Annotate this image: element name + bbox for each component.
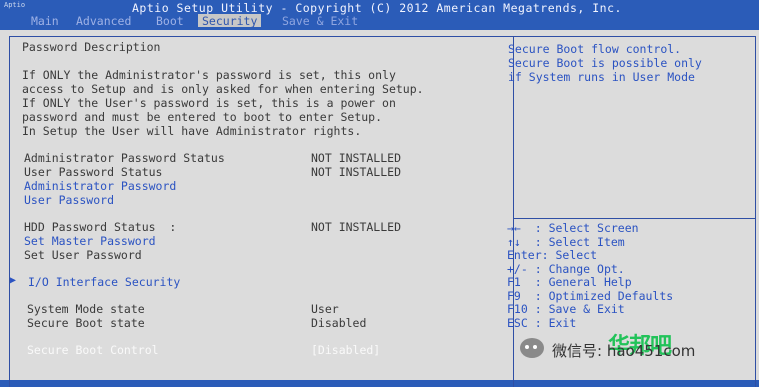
key-name: Enter <box>507 248 542 262</box>
bios-title: Aptio Setup Utility - Copyright (C) 2012… <box>132 1 622 15</box>
key-hint: F1 : General Help <box>507 275 632 289</box>
hdd-status-value: NOT INSTALLED <box>311 220 402 234</box>
watermark-text: 微信号: hao451com <box>552 342 696 360</box>
set-master-password-item[interactable]: Set Master Password <box>24 234 156 248</box>
key-name: ↑↓ <box>507 235 521 249</box>
description-line: If ONLY the User's password is set, this… <box>22 96 396 110</box>
key-hint: +/- : Change Opt. <box>507 262 625 276</box>
key-desc: : Select Screen <box>534 221 639 235</box>
section-title: Password Description <box>22 40 161 54</box>
watermark: 华邦吧 微信号: hao451com <box>520 328 750 370</box>
tab-bar: Main Advanced Boot Security Save & Exit <box>0 14 759 30</box>
key-desc: : Select Item <box>534 235 625 249</box>
submenu-arrow-icon: ▶ <box>10 275 17 286</box>
description-line: password and must be entered to boot to … <box>22 110 383 124</box>
help-text-line: Secure Boot is possible only <box>508 56 702 70</box>
key-desc: : Select <box>541 248 598 262</box>
help-text-line: Secure Boot flow control. <box>508 42 682 56</box>
key-name: F10 <box>507 302 528 316</box>
column-divider <box>513 37 514 387</box>
system-mode-label: System Mode state <box>27 302 145 316</box>
description-line: access to Setup and is only asked for wh… <box>22 82 424 96</box>
help-separator <box>513 218 755 219</box>
secure-boot-state-label: Secure Boot state <box>27 316 145 330</box>
set-user-password-item[interactable]: Set User Password <box>24 248 142 262</box>
key-name: +/- <box>507 262 528 276</box>
key-hint: F10 : Save & Exit <box>507 302 625 316</box>
key-hint: ↑↓ : Select Item <box>507 235 625 249</box>
key-desc: : Save & Exit <box>534 302 625 316</box>
tab-main[interactable]: Main <box>31 14 59 28</box>
wechat-icon <box>520 338 544 358</box>
admin-status-value: NOT INSTALLED <box>311 151 402 165</box>
secure-boot-control-label[interactable]: Secure Boot Control <box>27 343 159 357</box>
system-mode-value: User <box>311 302 339 316</box>
user-password-item[interactable]: User Password <box>24 193 114 207</box>
user-status-value: NOT INSTALLED <box>311 165 402 179</box>
description-line: In Setup the User will have Administrato… <box>22 124 362 138</box>
description-line: If ONLY the Administrator's password is … <box>22 68 396 82</box>
tab-save-exit[interactable]: Save & Exit <box>282 14 358 28</box>
key-desc: : Change Opt. <box>534 262 625 276</box>
tab-boot[interactable]: Boot <box>156 14 184 28</box>
aptio-logo: Aptio <box>4 1 26 9</box>
help-text-line: if System runs in User Mode <box>508 70 695 84</box>
admin-status-label: Administrator Password Status <box>24 151 225 165</box>
key-hint: F9 : Optimized Defaults <box>507 289 673 303</box>
key-desc: : Optimized Defaults <box>534 289 674 303</box>
tab-security[interactable]: Security <box>198 14 262 28</box>
user-status-label: User Password Status <box>24 165 163 179</box>
key-name: →← <box>507 221 521 235</box>
key-hint: →← : Select Screen <box>507 221 639 235</box>
key-name: F1 <box>507 275 521 289</box>
hdd-status-label: HDD Password Status : <box>24 220 177 234</box>
secure-boot-state-value: Disabled <box>311 316 367 330</box>
tab-advanced[interactable]: Advanced <box>76 14 131 28</box>
io-interface-security-item[interactable]: I/O Interface Security <box>28 275 180 289</box>
key-hint: Enter: Select <box>507 248 597 262</box>
admin-password-item[interactable]: Administrator Password <box>24 179 176 193</box>
key-desc: : General Help <box>534 275 632 289</box>
key-name: F9 <box>507 289 521 303</box>
secure-boot-control-value[interactable]: [Disabled] <box>311 343 380 357</box>
